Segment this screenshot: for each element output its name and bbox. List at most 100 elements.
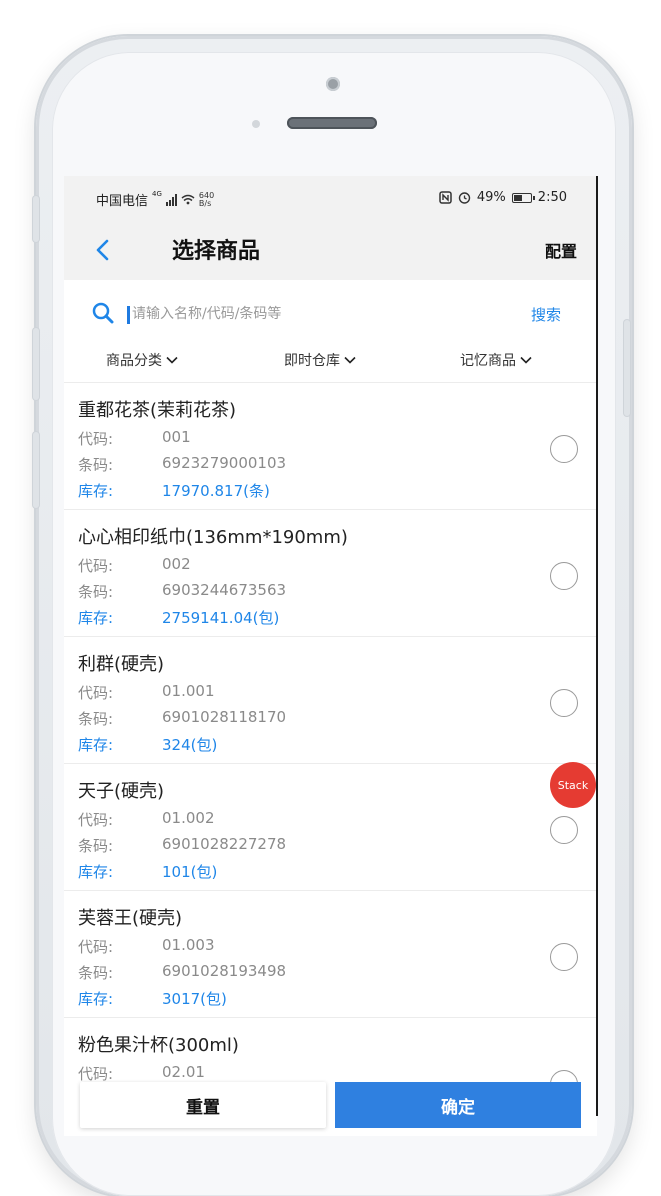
- confirm-button[interactable]: 确定: [335, 1082, 581, 1128]
- barcode-row: 条码: 6901028227278: [78, 835, 286, 856]
- code-value: 01.001: [162, 682, 215, 700]
- product-name: 重都花茶(茉莉花茶): [78, 400, 237, 421]
- stock-label: 库存:: [78, 482, 114, 500]
- power-button: [624, 320, 630, 416]
- stock-row: 库存: 2759141.04(包): [78, 607, 279, 628]
- wifi-icon: [181, 194, 195, 205]
- carrier-name: 中国电信: [96, 194, 149, 209]
- chevron-down-icon: [520, 356, 532, 364]
- bottom-action-bar: 重置 确定: [64, 1082, 597, 1136]
- back-chevron-icon[interactable]: [92, 238, 116, 262]
- nfc-icon: [439, 191, 452, 204]
- product-item[interactable]: 芙蓉王(硬壳) 代码: 01.003 条码: 6901028193498 库存: 30…: [64, 891, 597, 1018]
- barcode-label: 条码:: [78, 964, 114, 982]
- product-name: 心心相印纸巾(136mm*190mm): [78, 527, 348, 548]
- product-name: 利群(硬壳): [78, 654, 165, 675]
- stock-label: 库存:: [78, 609, 114, 627]
- barcode-row: 条码: 6901028193498: [78, 962, 286, 983]
- stock-value: 17970.817(条): [162, 482, 270, 500]
- mute-switch: [33, 196, 39, 242]
- app-screen: 中国电信 4G 640 B/s 49% 2:50 选择商品 配置 请输入名称/代…: [64, 176, 597, 1136]
- reset-button[interactable]: 重置: [80, 1082, 326, 1128]
- product-name: 芙蓉王(硬壳): [78, 908, 183, 929]
- stock-value: 101(包): [162, 863, 218, 881]
- search-input[interactable]: [132, 302, 492, 326]
- filter-bar: 商品分类 即时仓库 记忆商品: [64, 342, 597, 383]
- barcode-label: 条码:: [78, 456, 114, 474]
- select-radio[interactable]: [550, 435, 578, 463]
- filter-label: 即时仓库: [284, 353, 340, 369]
- barcode-label: 条码:: [78, 583, 114, 601]
- barcode-value: 6901028118170: [162, 708, 287, 726]
- filter-category-dropdown[interactable]: 商品分类: [106, 350, 178, 370]
- text-cursor: [127, 306, 130, 324]
- proximity-sensor: [252, 120, 260, 128]
- chevron-down-icon: [166, 356, 178, 364]
- front-camera: [326, 77, 340, 91]
- select-radio[interactable]: [550, 689, 578, 717]
- product-item[interactable]: 利群(硬壳) 代码: 01.001 条码: 6901028118170 库存: 324…: [64, 637, 597, 764]
- code-label: 代码:: [78, 938, 114, 956]
- code-label: 代码:: [78, 557, 114, 575]
- stock-label: 库存:: [78, 863, 114, 881]
- code-row: 代码: 02.01: [78, 1063, 205, 1084]
- alarm-icon: [458, 192, 471, 204]
- filter-memory-dropdown[interactable]: 记忆商品: [460, 350, 532, 370]
- config-button[interactable]: 配置: [545, 238, 577, 262]
- stock-value: 324(包): [162, 736, 218, 754]
- code-row: 代码: 01.003: [78, 936, 215, 957]
- barcode-row: 条码: 6903244673563: [78, 581, 286, 602]
- select-radio[interactable]: [550, 816, 578, 844]
- search-bar: 搜索: [64, 280, 597, 342]
- net-speed: 640 B/s: [198, 191, 214, 208]
- volume-up-button: [33, 328, 39, 400]
- barcode-row: 条码: 6901028118170: [78, 708, 286, 729]
- battery-icon: [511, 192, 535, 203]
- barcode-label: 条码:: [78, 837, 114, 855]
- product-item[interactable]: 天子(硬壳) 代码: 01.002 条码: 6901028227278 库存: 101…: [64, 764, 597, 891]
- stock-value: 3017(包): [162, 990, 227, 1008]
- code-value: 01.003: [162, 936, 215, 954]
- product-item[interactable]: 重都花茶(茉莉花茶) 代码: 001 条码: 6923279000103 库存: 17…: [64, 383, 597, 510]
- net-speed-unit: B/s: [198, 198, 212, 208]
- stock-row: 库存: 324(包): [78, 734, 217, 755]
- stock-value: 2759141.04(包): [162, 609, 280, 627]
- filter-warehouse-dropdown[interactable]: 即时仓库: [284, 350, 356, 370]
- code-row: 代码: 002: [78, 555, 191, 576]
- filter-label: 记忆商品: [460, 353, 516, 369]
- stock-label: 库存:: [78, 990, 114, 1008]
- chevron-down-icon: [344, 356, 356, 364]
- signal-icon: [165, 193, 177, 206]
- status-bar: 中国电信 4G 640 B/s 49% 2:50: [64, 176, 597, 220]
- select-radio[interactable]: [550, 943, 578, 971]
- select-radio[interactable]: [550, 562, 578, 590]
- code-label: 代码:: [78, 684, 114, 702]
- barcode-value: 6923279000103: [162, 454, 287, 472]
- code-value: 02.01: [162, 1063, 205, 1081]
- barcode-value: 6901028193498: [162, 962, 287, 980]
- code-value: 01.002: [162, 809, 215, 827]
- code-label: 代码:: [78, 811, 114, 829]
- stack-floating-badge[interactable]: Stack: [550, 762, 596, 808]
- stock-row: 库存: 3017(包): [78, 988, 227, 1009]
- volume-down-button: [33, 432, 39, 508]
- search-button[interactable]: 搜索: [531, 304, 561, 325]
- product-name: 天子(硬壳): [78, 781, 165, 802]
- earpiece-speaker: [287, 117, 377, 129]
- code-row: 代码: 01.001: [78, 682, 215, 703]
- stock-row: 库存: 101(包): [78, 861, 217, 882]
- code-label: 代码:: [78, 430, 114, 448]
- barcode-value: 6903244673563: [162, 581, 287, 599]
- page-title: 选择商品: [172, 239, 261, 264]
- barcode-row: 条码: 6923279000103: [78, 454, 286, 475]
- barcode-label: 条码:: [78, 710, 114, 728]
- product-name: 粉色果汁杯(300ml): [78, 1035, 239, 1056]
- code-value: 002: [162, 555, 191, 573]
- product-list: 重都花茶(茉莉花茶) 代码: 001 条码: 6923279000103 库存: 17…: [64, 383, 597, 1136]
- code-label: 代码:: [78, 1065, 114, 1083]
- nav-bar: 选择商品 配置: [64, 220, 597, 280]
- stock-row: 库存: 17970.817(条): [78, 480, 270, 501]
- screen-edge: [596, 176, 598, 1116]
- filter-label: 商品分类: [106, 353, 162, 369]
- product-item[interactable]: 心心相印纸巾(136mm*190mm) 代码: 002 条码: 6903244673…: [64, 510, 597, 637]
